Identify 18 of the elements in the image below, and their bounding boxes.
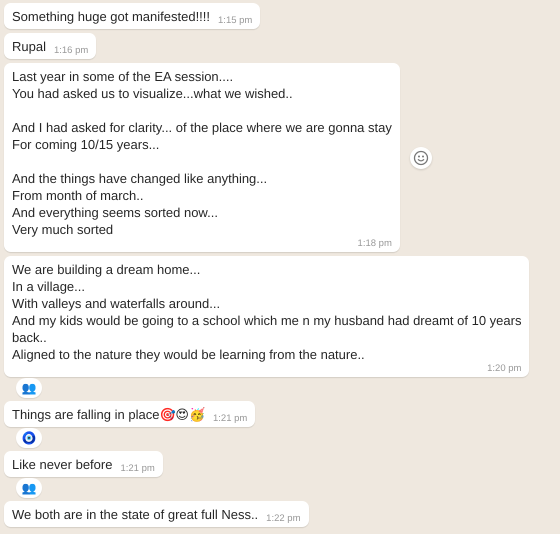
message-time: 1:20 pm bbox=[487, 363, 522, 374]
message-text: We both are in the state of great full Ness.. bbox=[12, 506, 258, 523]
message-time: 1:18 pm bbox=[358, 238, 392, 249]
message-text: We are building a dream home... In a village... With valleys and waterfalls around... And my kids would be going to a school which me n my husband had dreamt of 10 years back.. Aligned to the nature they would be learning from the nature.. bbox=[12, 261, 522, 363]
reaction-badge[interactable]: 🧿 bbox=[16, 428, 42, 448]
message-time: 1:15 pm bbox=[218, 15, 252, 26]
message-text: Rupal bbox=[12, 38, 46, 55]
message-text: Last year in some of the EA session.... You had asked us to visualize...what we wished.. And I had asked for clarity... of the place where we are gonna stay For coming 10/15 years... And the things have changed like anything... From month of march.. And everything seems sorted now... Very much sorted bbox=[12, 68, 392, 238]
reaction-badge[interactable]: 👥 bbox=[16, 478, 42, 498]
message-time: 1:16 pm bbox=[54, 45, 88, 56]
message-text: Something huge got manifested!!!! bbox=[12, 8, 210, 25]
smiley-icon[interactable] bbox=[410, 146, 432, 168]
message-time: 1:22 pm bbox=[266, 513, 300, 524]
message-text: Like never before bbox=[12, 456, 112, 473]
message-time: 1:21 pm bbox=[120, 463, 155, 474]
message-time: 1:21 pm bbox=[212, 413, 248, 424]
reaction-badge[interactable]: 👥 bbox=[16, 378, 42, 398]
message-text: Things are falling in place🎯😍🥳 bbox=[12, 406, 205, 423]
